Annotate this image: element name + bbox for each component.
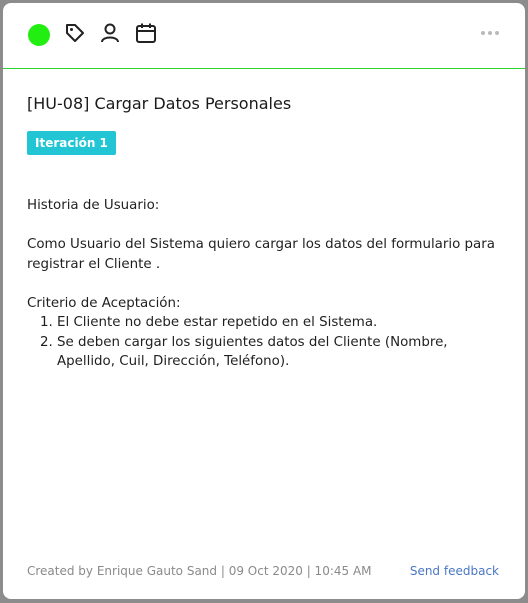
criteria-item: Se deben cargar los siguientes datos del… bbox=[57, 333, 507, 372]
card-title[interactable]: [HU-08] Cargar Datos Personales bbox=[27, 94, 291, 113]
status-indicator[interactable] bbox=[28, 24, 50, 46]
send-feedback-link[interactable]: Send feedback bbox=[410, 564, 499, 578]
created-info: Created by Enrique Gauto Sand | 09 Oct 2… bbox=[27, 564, 372, 578]
tag-icon[interactable] bbox=[64, 22, 86, 44]
criteria-heading: Criterio de Aceptación: bbox=[27, 295, 181, 311]
story-text: Como Usuario del Sistema quiero cargar l… bbox=[27, 237, 495, 272]
criteria-item: El Cliente no debe estar repetido en el … bbox=[57, 313, 507, 333]
calendar-icon[interactable] bbox=[135, 22, 157, 44]
criteria-list: El Cliente no debe estar repetido en el … bbox=[27, 313, 507, 372]
iteration-badge[interactable]: Iteración 1 bbox=[27, 131, 116, 155]
more-icon[interactable] bbox=[481, 31, 499, 35]
work-item-card: [HU-08] Cargar Datos Personales Iteració… bbox=[3, 3, 525, 599]
card-toolbar bbox=[3, 3, 525, 69]
person-icon[interactable] bbox=[99, 22, 121, 44]
description[interactable]: Historia de Usuario: Como Usuario del Si… bbox=[27, 196, 507, 372]
story-heading: Historia de Usuario: bbox=[27, 198, 160, 213]
